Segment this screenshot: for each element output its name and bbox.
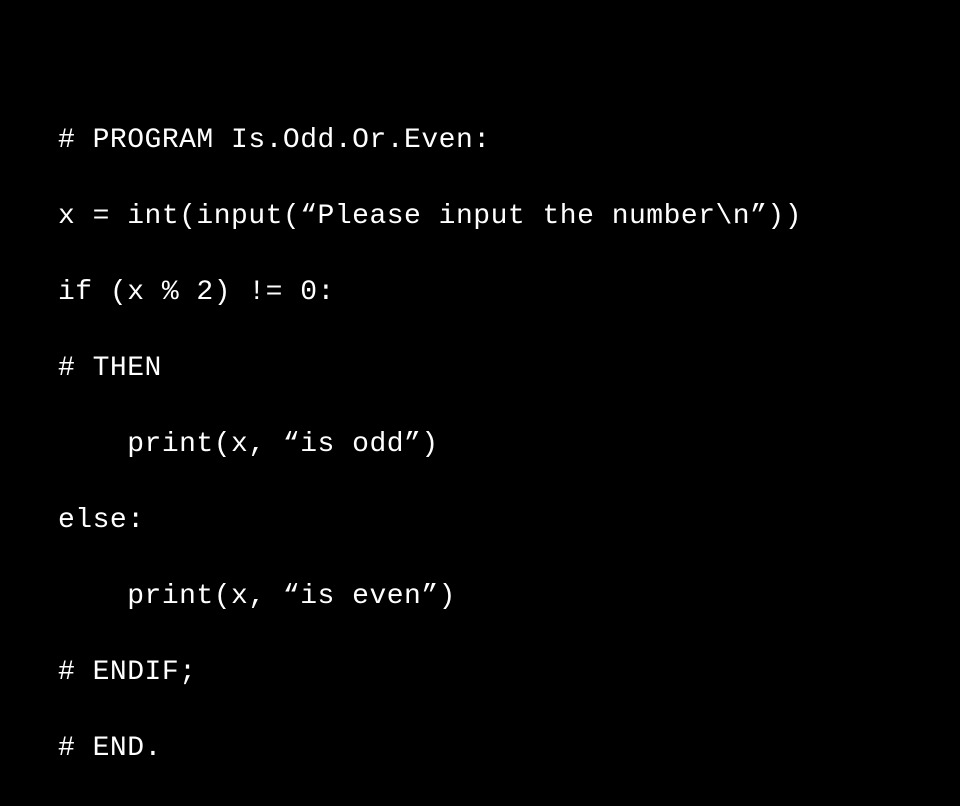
code-line: # END. <box>58 730 802 768</box>
code-line: print(x, “is odd”) <box>58 426 802 464</box>
code-line: # PROGRAM Is.Odd.Or.Even: <box>58 122 802 160</box>
code-line: else: <box>58 502 802 540</box>
code-line: print(x, “is even”) <box>58 578 802 616</box>
code-line: # THEN <box>58 350 802 388</box>
code-line: x = int(input(“Please input the number\n… <box>58 198 802 236</box>
code-line: if (x % 2) != 0: <box>58 274 802 312</box>
code-line: # ENDIF; <box>58 654 802 692</box>
code-block: # PROGRAM Is.Odd.Or.Even: x = int(input(… <box>58 84 802 806</box>
